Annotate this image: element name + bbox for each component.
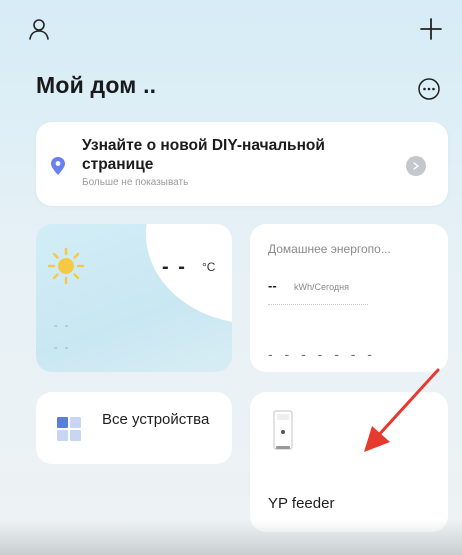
grid-icon	[56, 416, 82, 442]
energy-placeholder: - - - - - - -	[268, 346, 376, 362]
home-title[interactable]: Мой дом ..	[36, 72, 156, 99]
diy-banner[interactable]: Узнайте о новой DIY-начальной странице Б…	[36, 122, 448, 206]
cloud-shape	[146, 224, 232, 324]
red-arrow-annotation	[350, 362, 450, 462]
energy-unit: kWh/Сегодня	[294, 282, 349, 292]
pin-icon	[50, 156, 66, 176]
all-devices-label: Все устройства	[102, 411, 210, 428]
banner-dismiss-link[interactable]: Больше не показывать	[82, 177, 188, 188]
sun-icon	[46, 246, 86, 286]
more-icon[interactable]	[414, 74, 444, 104]
bottom-fade	[0, 520, 462, 555]
feeder-icon	[272, 410, 294, 452]
energy-divider	[268, 304, 368, 305]
weather-card[interactable]: - - °C - - - -	[36, 224, 232, 372]
weather-line-2: - -	[54, 342, 71, 354]
energy-card[interactable]: Домашнее энергопо... -- kWh/Сегодня - - …	[250, 224, 448, 372]
plus-icon[interactable]	[416, 14, 446, 44]
feeder-device-name: YP feeder	[268, 495, 335, 512]
banner-title: Узнайте о новой DIY-начальной странице	[82, 137, 325, 173]
user-icon[interactable]	[24, 14, 54, 44]
temperature-value: - -	[162, 256, 187, 278]
weather-line-1: - -	[54, 320, 71, 332]
all-devices-card[interactable]: Все устройства	[36, 392, 232, 464]
energy-value: --	[268, 278, 277, 293]
temperature-unit: °C	[202, 260, 216, 274]
energy-title: Домашнее энергопо...	[268, 242, 391, 256]
close-icon[interactable]	[406, 156, 426, 176]
home-screen: Мой дом .. Узнайте о новой DIY-начальной…	[0, 0, 462, 555]
